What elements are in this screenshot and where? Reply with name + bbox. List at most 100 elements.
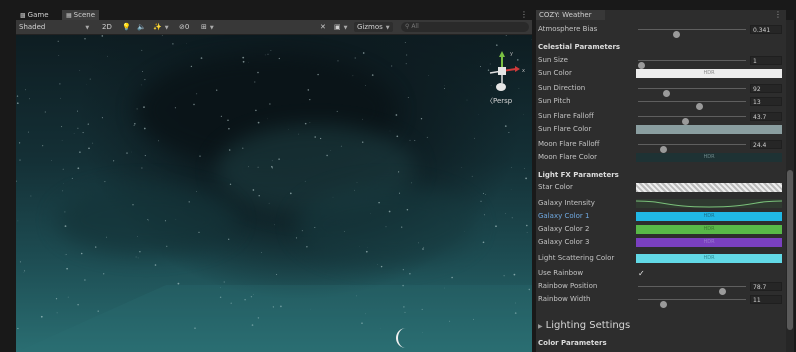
star-dot (84, 279, 86, 281)
star-dot (133, 124, 135, 126)
star-dot (461, 167, 463, 168)
sun-color-swatch[interactable]: HDR (636, 69, 782, 78)
lighting-toggle-icon[interactable]: 💡 (122, 22, 131, 32)
star-dot (76, 110, 79, 112)
use-rainbow-checkbox[interactable]: ✓ (638, 268, 645, 279)
sun-size-field[interactable]: 1 (750, 56, 782, 65)
galaxy-color-1-swatch[interactable]: HDR (636, 212, 782, 221)
galaxy-color-2-swatch[interactable]: HDR (636, 225, 782, 234)
star-dot (242, 147, 244, 149)
effects-dropdown-icon[interactable]: ✨ ▼ (153, 22, 169, 32)
galaxy-intensity-curve[interactable] (636, 199, 782, 208)
sun-flare-falloff-slider[interactable] (638, 116, 746, 125)
gizmos-dropdown[interactable]: Gizmos ▼ (354, 22, 393, 32)
scene-search-input[interactable]: ⚲ All (401, 22, 529, 32)
slider-knob[interactable] (660, 301, 668, 308)
moon-flare-color-label: Moon Flare Color (538, 153, 598, 161)
scrollbar-thumb[interactable] (787, 170, 793, 330)
rainbow-position-field[interactable]: 78.7 (750, 282, 782, 291)
sun-flare-color-swatch[interactable] (636, 125, 782, 134)
star-dot (395, 114, 398, 116)
star-dot (29, 98, 30, 100)
sun-size-slider[interactable] (637, 60, 746, 69)
star-dot (504, 125, 507, 127)
rainbow-position-slider[interactable] (638, 286, 746, 295)
gizmos-label: Gizmos (357, 23, 383, 31)
star-dot (254, 81, 256, 83)
tab-game[interactable]: ▩ Game (16, 10, 53, 20)
star-dot (101, 117, 103, 119)
rainbow-width-label: Rainbow Width (538, 295, 591, 303)
star-dot (190, 65, 193, 68)
star-dot (271, 160, 273, 162)
star-dot (44, 111, 46, 113)
camera-dropdown-icon[interactable]: ▣ ▼ (334, 22, 347, 32)
audio-toggle-icon[interactable]: 🔈 (137, 22, 146, 32)
star-dot (511, 217, 513, 219)
star-dot (154, 264, 157, 266)
inspector-scrollbar[interactable] (786, 20, 794, 352)
star-color-swatch[interactable] (636, 183, 782, 192)
hidden-objects-toggle[interactable]: ⊘0 (179, 22, 189, 32)
moon-flare-falloff-label: Moon Flare Falloff (538, 140, 600, 148)
star-dot (80, 252, 83, 255)
star-dot (16, 95, 19, 97)
star-dot (104, 181, 106, 183)
star-dot (356, 182, 358, 183)
star-dot (388, 210, 391, 213)
scene-viewport[interactable]: y x 〈Persp (16, 35, 532, 352)
sun-pitch-label: Sun Pitch (538, 97, 571, 105)
star-dot (174, 107, 176, 109)
rainbow-width-slider[interactable] (638, 299, 746, 308)
star-dot (511, 167, 513, 169)
lighting-settings-foldout[interactable]: ▶ Lighting Settings (538, 319, 630, 334)
star-dot (276, 274, 278, 275)
star-dot (134, 123, 136, 125)
inspector-menu-icon[interactable]: ⋮ (774, 10, 782, 20)
rainbow-width-row: Rainbow Width 11 (538, 294, 782, 308)
sun-pitch-slider[interactable] (638, 101, 746, 110)
rainbow-width-field[interactable]: 11 (750, 295, 782, 304)
sun-pitch-field[interactable]: 13 (750, 97, 782, 106)
star-dot (495, 225, 497, 228)
atmosphere-bias-slider[interactable] (638, 29, 746, 38)
moon-flare-falloff-field[interactable]: 24.4 (750, 140, 782, 149)
slider-knob[interactable] (696, 103, 704, 110)
star-dot (88, 147, 90, 150)
moon-flare-falloff-slider[interactable] (638, 144, 746, 153)
star-dot (411, 182, 413, 184)
svg-text:x: x (522, 68, 525, 74)
shading-mode-dropdown[interactable]: Shaded ▼ (19, 22, 91, 32)
star-dot (64, 211, 66, 213)
star-dot (319, 137, 322, 140)
grid-snap-dropdown-icon[interactable]: ⊞ ▼ (201, 22, 214, 32)
star-dot (84, 38, 86, 40)
star-dot (307, 89, 310, 91)
star-dot (30, 195, 32, 197)
star-dot (278, 158, 280, 160)
atmosphere-bias-field[interactable]: 0.341 (750, 25, 782, 34)
scene-menu-icon[interactable]: ⋮ (520, 10, 528, 20)
moon-flare-color-swatch[interactable]: HDR (636, 153, 782, 162)
star-dot (261, 252, 262, 253)
light-scattering-color-swatch[interactable]: HDR (636, 254, 782, 263)
tools-icon[interactable]: ✕ (320, 22, 326, 32)
star-dot (304, 180, 306, 182)
tab-scene[interactable]: ▦ Scene (62, 10, 100, 20)
orientation-gizmo[interactable]: y x (482, 49, 526, 101)
curve-line (636, 200, 782, 208)
2d-toggle[interactable]: 2D (102, 22, 112, 32)
star-dot (18, 142, 21, 144)
inspector-tab[interactable]: COZY: Weather (536, 10, 605, 20)
star-dot (513, 273, 516, 276)
sun-flare-falloff-field[interactable]: 43.7 (750, 112, 782, 121)
star-dot (73, 133, 75, 134)
galaxy-color-3-swatch[interactable]: HDR (636, 238, 782, 247)
star-dot (158, 140, 159, 142)
projection-toggle[interactable]: 〈Persp (486, 96, 512, 106)
star-color-label: Star Color (538, 183, 573, 191)
slider-knob[interactable] (673, 31, 681, 38)
sun-direction-slider[interactable] (638, 88, 746, 97)
foldout-arrow-icon: ▶ (538, 323, 543, 330)
sun-direction-field[interactable]: 92 (750, 84, 782, 93)
